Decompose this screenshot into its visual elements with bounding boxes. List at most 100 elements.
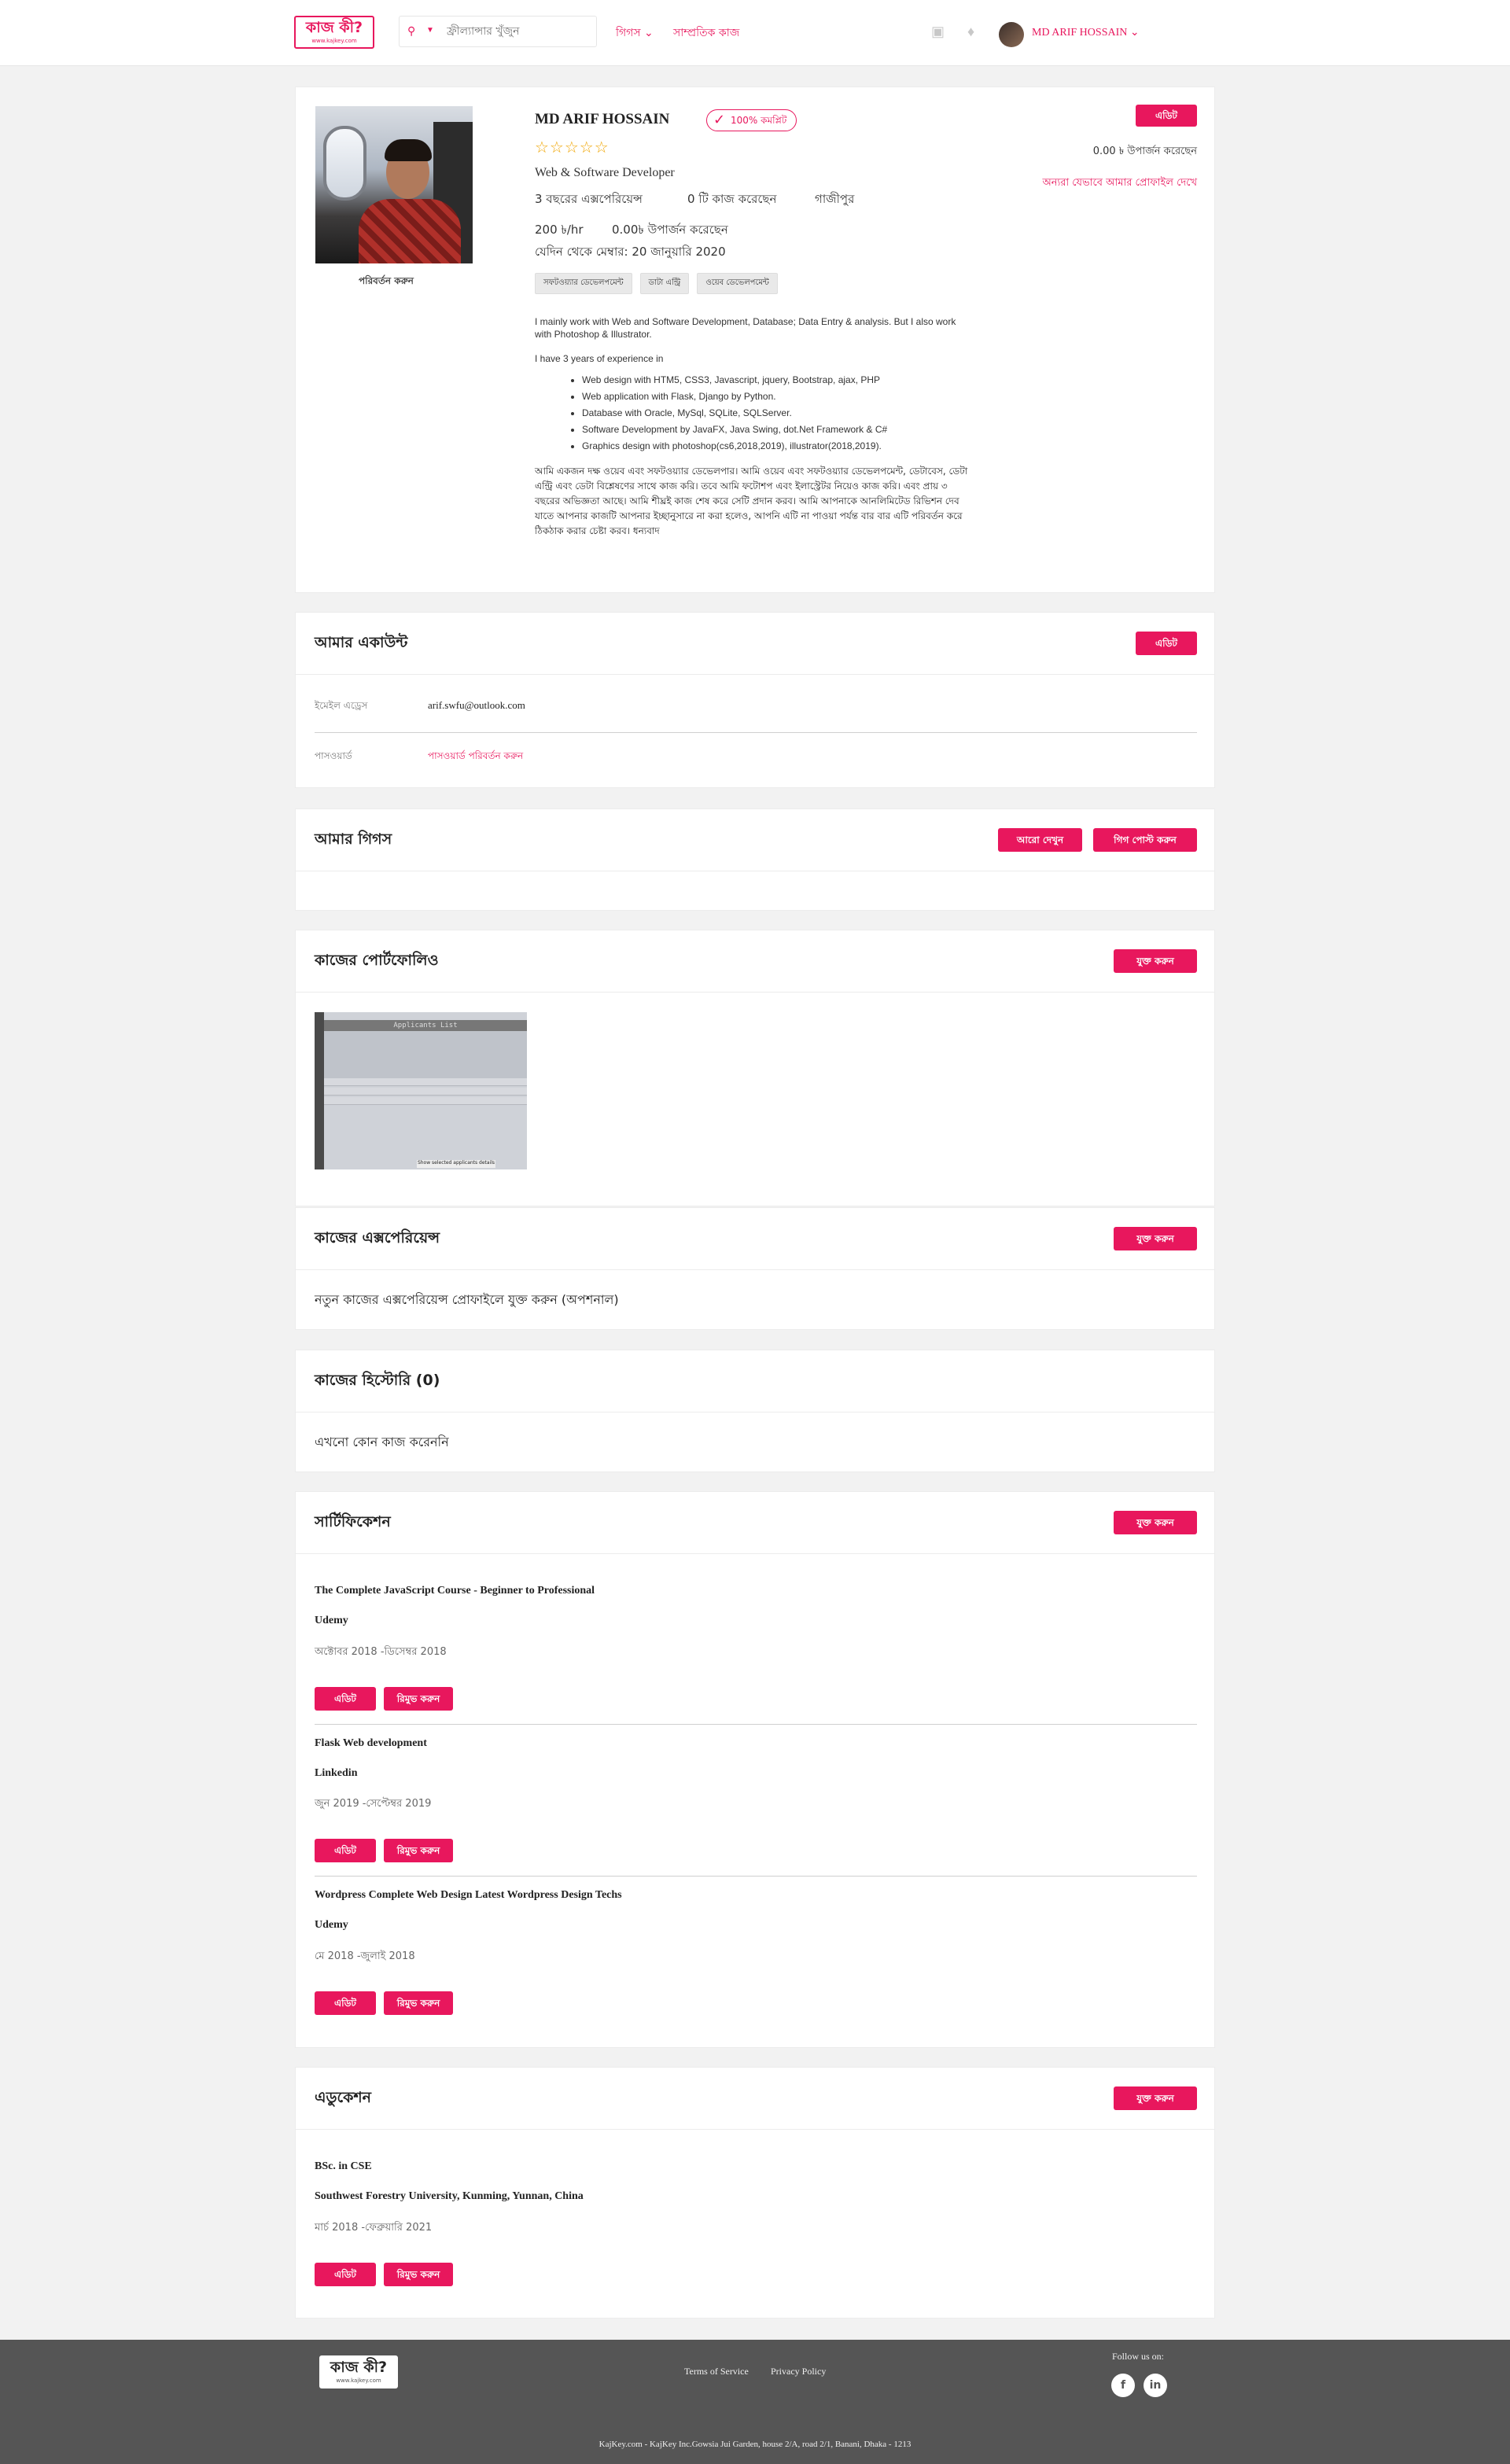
post-gig-button[interactable]: গিগ পোস্ট করুন: [1093, 828, 1197, 852]
section-title: কাজের হিস্টোরি (0): [315, 1372, 440, 1389]
about-paragraph-bn: আমি একজন দক্ষ ওয়েব এবং সফটওয়্যার ডেভেল…: [535, 466, 968, 536]
education-school: Southwest Forestry University, Kunming, …: [315, 2190, 584, 2202]
follow-label: Follow us on:: [1112, 2351, 1165, 2362]
skill-tag[interactable]: ওয়েব ডেভেলপমেন্ট: [697, 273, 778, 294]
logo-text: কাজ কী?: [330, 2359, 388, 2376]
chevron-down-icon[interactable]: ▼: [426, 26, 434, 35]
linkedin-icon[interactable]: in: [1144, 2374, 1167, 2397]
skills-list: Web design with HTM5, CSS3, Javascript, …: [582, 372, 975, 455]
skill-tags: সফটওয়্যার ডেভেলপমেন্ট ডাটা এন্ট্রি ওয়ে…: [535, 273, 783, 294]
experience-empty-text: নতুন কাজের এক্সপেরিয়েন্স প্রোফাইলে যুক্…: [315, 1292, 619, 1307]
user-menu[interactable]: MD ARIF HOSSAIN ⌄: [1032, 26, 1140, 39]
list-item: Graphics design with photoshop(cs6,2018,…: [582, 438, 975, 455]
logo-text: কাজ কী?: [305, 19, 363, 36]
profile-photo: [315, 106, 473, 263]
change-photo-link[interactable]: পরিবর্তন করুন: [359, 274, 414, 290]
section-title: আমার গিগস: [315, 831, 392, 848]
cert-name: Flask Web development: [315, 1737, 427, 1749]
history-empty-text: এখনো কোন কাজ করেননি: [315, 1435, 449, 1449]
see-more-button[interactable]: আরো দেখুন: [998, 828, 1082, 852]
about-section: I mainly work with Web and Software Deve…: [535, 315, 975, 539]
cert-org: Linkedin: [315, 1767, 358, 1779]
view-as-others-link[interactable]: অন্যরা যেভাবে আমার প্রোফাইল দেখে: [1042, 175, 1197, 192]
facebook-icon[interactable]: f: [1111, 2374, 1135, 2397]
thumb-footer: Show selected applicants details: [417, 1160, 495, 1168]
profile-complete-badge: ✓ 100% কমপ্লিট: [706, 109, 797, 131]
cert-remove-button[interactable]: রিমুভ করুন: [384, 1991, 453, 2015]
earned-summary: 0.00 ৳ উপার্জন করেছেন: [1092, 145, 1197, 157]
search-icon[interactable]: ⚲: [407, 25, 415, 39]
cert-edit-button[interactable]: এডিট: [315, 1991, 376, 2015]
bell-icon[interactable]: ♦: [967, 24, 974, 40]
list-item: Web design with HTM5, CSS3, Javascript, …: [582, 372, 975, 389]
member-since: যেদিন থেকে মেম্বার: 20 জানুয়ারি 2020: [535, 245, 726, 259]
change-password-link[interactable]: পাসওয়ার্ড পরিবর্তন করুন: [428, 750, 523, 765]
profile-title: Web & Software Developer: [535, 166, 675, 179]
education-edit-button[interactable]: এডিট: [315, 2263, 376, 2286]
cert-org: Udemy: [315, 1919, 348, 1931]
privacy-link[interactable]: Privacy Policy: [771, 2366, 826, 2377]
footer-logo[interactable]: কাজ কী? www.kajkey.com: [319, 2355, 398, 2388]
education-remove-button[interactable]: রিমুভ করুন: [384, 2263, 453, 2286]
password-label: পাসওয়ার্ড: [315, 750, 352, 761]
profile-location: গাজীপুর: [815, 192, 855, 206]
cert-name: Wordpress Complete Web Design Latest Wor…: [315, 1889, 622, 1901]
skill-tag[interactable]: সফটওয়্যার ডেভেলপমেন্ট: [535, 273, 632, 294]
education-degree: BSc. in CSE: [315, 2160, 372, 2172]
skill-tag[interactable]: ডাটা এন্ট্রি: [639, 273, 690, 294]
email-value: arif.swfu@outlook.com: [428, 699, 525, 711]
portfolio-thumbnail[interactable]: Applicants List Show selected applicants…: [315, 1012, 527, 1169]
profile-rate: 200 ৳/hr: [535, 223, 584, 237]
section-title: আমার একাউন্ট: [315, 634, 408, 651]
account-edit-button[interactable]: এডিট: [1136, 632, 1197, 655]
profile-jobs-done: 0 টি কাজ করেছেন: [687, 192, 777, 206]
profile-card: পরিবর্তন করুন MD ARIF HOSSAIN ✓ 100% কমপ…: [295, 87, 1215, 593]
list-item: Web application with Flask, Django by Py…: [582, 389, 975, 405]
about-paragraph: I mainly work with Web and Software Deve…: [535, 316, 956, 340]
site-logo[interactable]: কাজ কী? www.kajkey.com: [294, 16, 374, 49]
experience-add-button[interactable]: যুক্ত করুন: [1114, 1227, 1197, 1250]
profile-earned: 0.00৳ উপার্জন করেছেন: [612, 223, 728, 237]
cert-dates: মে 2018 -জুলাই 2018: [315, 1950, 415, 1962]
avatar[interactable]: [999, 22, 1024, 47]
cert-dates: অক্টোবর 2018 -ডিসেম্বর 2018: [315, 1646, 447, 1658]
email-label: ইমেইল এড্রেস: [315, 700, 368, 711]
cert-remove-button[interactable]: রিমুভ করুন: [384, 1839, 453, 1862]
section-title: এডুকেশন: [315, 2089, 371, 2106]
cert-org: Udemy: [315, 1615, 348, 1626]
section-title: কাজের পোর্টফোলিও: [315, 952, 439, 969]
account-card: আমার একাউন্ট এডিট ইমেইল এড্রেস arif.swfu…: [295, 612, 1215, 788]
list-item: Database with Oracle, MySql, SQLite, SQL…: [582, 405, 975, 422]
message-icon[interactable]: ▣: [931, 24, 945, 40]
education-card: এডুকেশন যুক্ত করুন BSc. in CSE Southwest…: [295, 2067, 1215, 2319]
certification-card: সার্টিফিকেশন যুক্ত করুন The Complete Jav…: [295, 1491, 1215, 2048]
gigs-card: আমার গিগস আরো দেখুন গিগ পোস্ট করুন: [295, 808, 1215, 911]
profile-experience: 3 বছরের এক্সপেরিয়েন্স: [535, 192, 643, 206]
experience-card: কাজের এক্সপেরিয়েন্স যুক্ত করুন নতুন কাজ…: [295, 1207, 1215, 1330]
logo-subtext: www.kajkey.com: [336, 2377, 381, 2384]
profile-edit-button[interactable]: এডিট: [1136, 105, 1197, 127]
cert-edit-button[interactable]: এডিট: [315, 1687, 376, 1711]
cert-remove-button[interactable]: রিমুভ করুন: [384, 1687, 453, 1711]
cert-edit-button[interactable]: এডিট: [315, 1839, 376, 1862]
thumb-title: Applicants List: [324, 1020, 527, 1031]
search-box: ⚲ ▼: [399, 16, 597, 47]
list-item: Software Development by JavaFX, Java Swi…: [582, 422, 975, 438]
nav-recent-jobs[interactable]: সাম্প্রতিক কাজ: [673, 24, 739, 42]
history-card: কাজের হিস্টোরি (0) এখনো কোন কাজ করেননি: [295, 1350, 1215, 1472]
site-footer: কাজ কী? www.kajkey.com Terms of Service …: [0, 2340, 1510, 2464]
portfolio-add-button[interactable]: যুক্ত করুন: [1114, 949, 1197, 973]
search-input[interactable]: [447, 23, 588, 40]
education-add-button[interactable]: যুক্ত করুন: [1114, 2086, 1197, 2110]
education-dates: মার্চ 2018 -ফেব্রুয়ারি 2021: [315, 2222, 433, 2234]
terms-link[interactable]: Terms of Service: [684, 2366, 749, 2377]
certification-add-button[interactable]: যুক্ত করুন: [1114, 1511, 1197, 1534]
about-paragraph: I have 3 years of experience in: [535, 353, 664, 364]
badge-text: 100% কমপ্লিট: [731, 115, 787, 126]
cert-name: The Complete JavaScript Course - Beginne…: [315, 1585, 595, 1597]
nav-gigs[interactable]: গিগস ⌄: [616, 24, 654, 42]
logo-subtext: www.kajkey.com: [311, 38, 357, 44]
copyright-text: KajKey.com - KajKey Inc.Gowsia Jui Garde…: [598, 2440, 912, 2449]
section-title: সার্টিফিকেশন: [315, 1513, 391, 1530]
portfolio-card: কাজের পোর্টফোলিও যুক্ত করুন Applicants L…: [295, 930, 1215, 1206]
